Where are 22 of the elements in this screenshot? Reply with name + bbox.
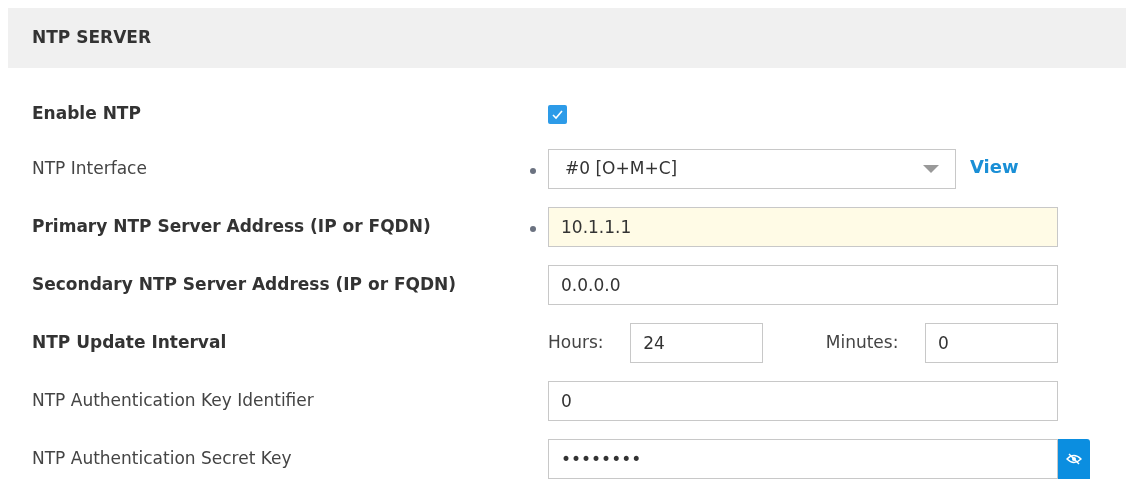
secret-key-field[interactable]: ••••••••: [548, 439, 1058, 479]
field-label: NTP Authentication Key Identifier: [31, 389, 315, 413]
field-label: Enable NTP: [31, 102, 142, 126]
section-title: NTP SERVER: [32, 26, 151, 50]
dropdown-caret-icon: [923, 165, 939, 173]
interface-dropdown[interactable]: #0 [O+M+C]: [548, 149, 956, 189]
minutes-label: Minutes:: [825, 331, 899, 355]
address-field[interactable]: 0: [548, 381, 1058, 421]
hours-field[interactable]: 24: [630, 323, 764, 363]
hours-label: Hours:: [548, 331, 604, 355]
toggle-visibility-button[interactable]: [1058, 439, 1090, 479]
field-label: NTP Authentication Secret Key: [31, 447, 293, 471]
address-field[interactable]: 0.0.0.0: [548, 265, 1058, 305]
field-label: Primary NTP Server Address (IP or FQDN): [31, 215, 432, 239]
eye-off-icon: [1066, 453, 1082, 465]
field-label: NTP Update Interval: [31, 331, 228, 355]
address-field[interactable]: 10.1.1.1: [548, 207, 1058, 247]
checkbox[interactable]: [548, 104, 567, 124]
view-link[interactable]: View: [970, 152, 1019, 180]
field-label: Secondary NTP Server Address (IP or FQDN): [31, 273, 458, 297]
minutes-field[interactable]: 0: [925, 323, 1058, 363]
field-label: NTP Interface: [31, 157, 148, 181]
